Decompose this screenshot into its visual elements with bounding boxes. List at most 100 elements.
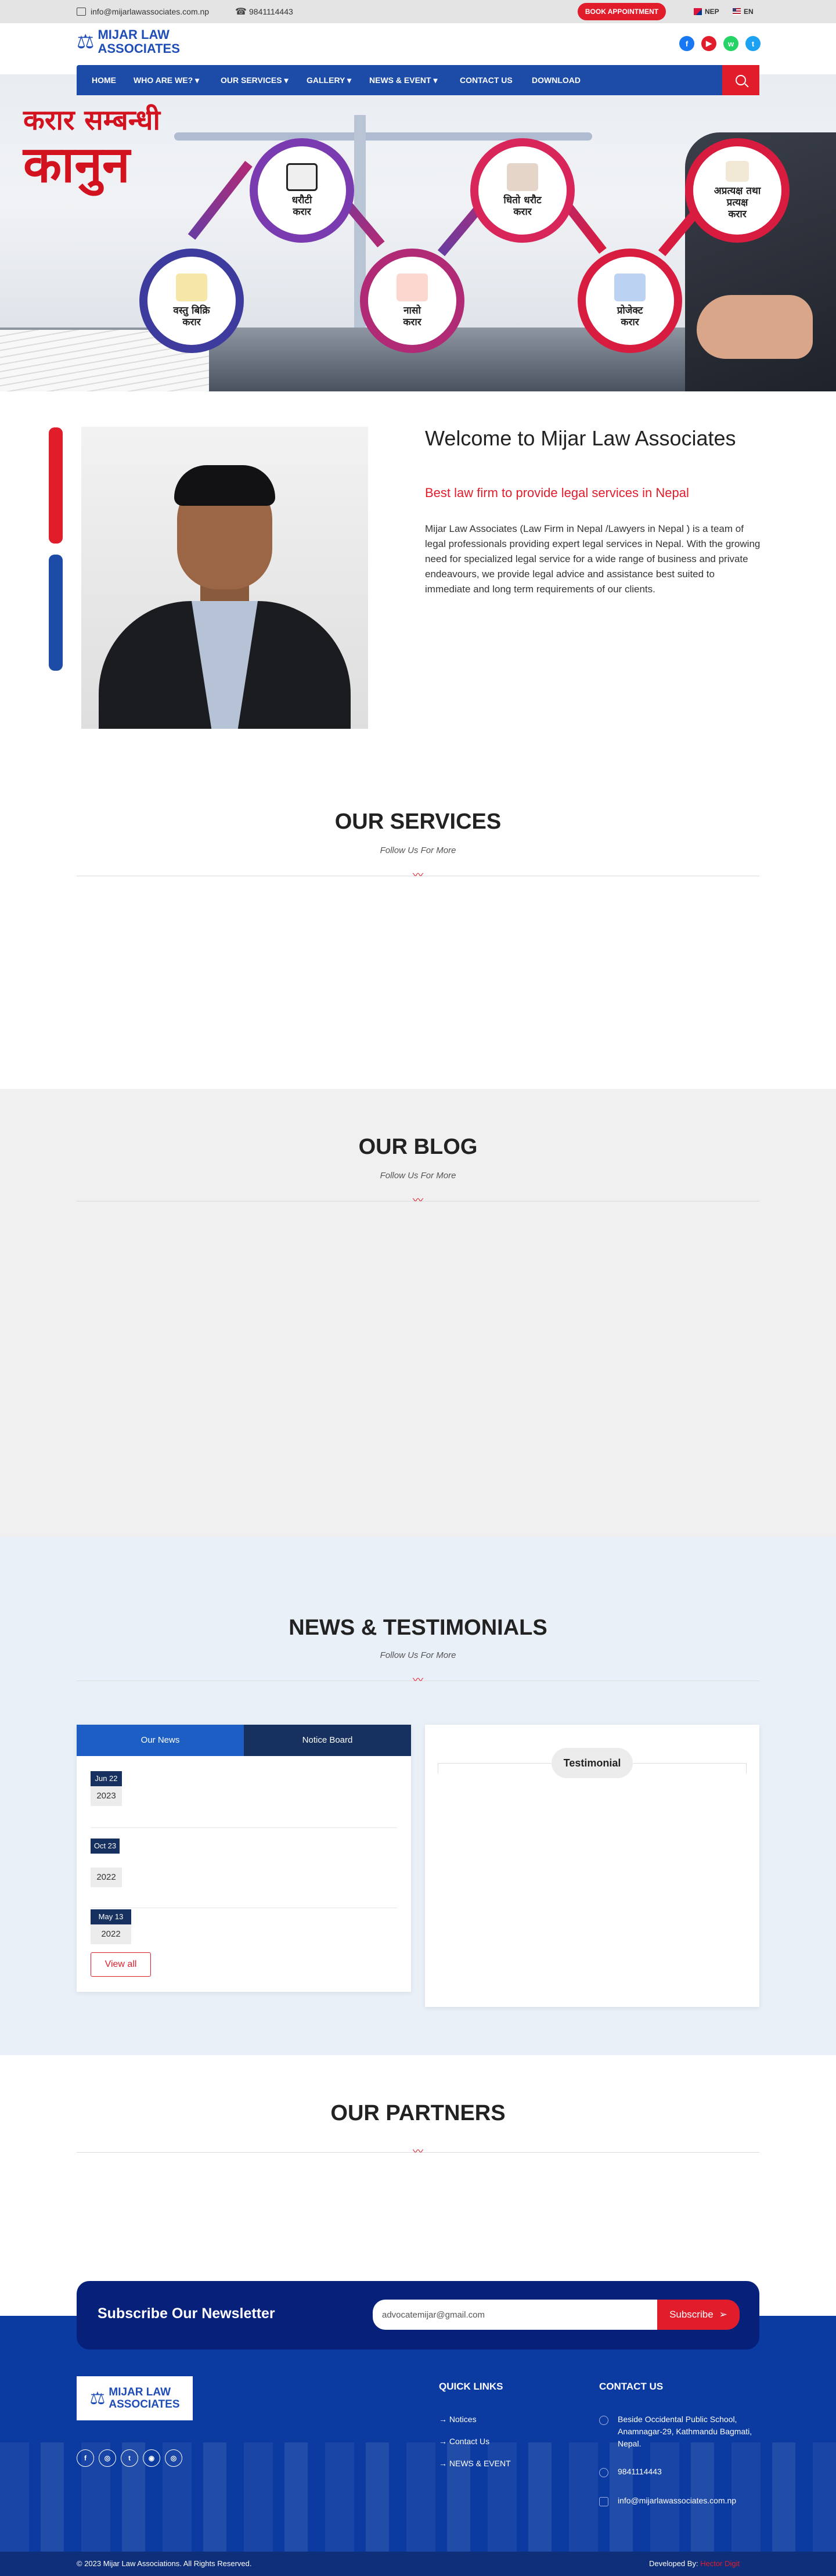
welcome-body: Mijar Law Associates (Law Firm in Nepal … — [425, 523, 761, 595]
developed-by-label: Developed By: — [649, 2559, 698, 2568]
footer-link-contact[interactable]: → Contact Us — [439, 2437, 489, 2446]
side-tab-blue[interactable] — [49, 555, 63, 671]
hero-bubble-dharauti[interactable]: धरौटी करार — [250, 138, 354, 243]
arrow-right-icon: → — [439, 2437, 449, 2446]
top-bar: info@mijarlawassociates.com.np 984111444… — [0, 0, 836, 23]
book-appointment-button[interactable]: BOOK APPOINTMENT — [578, 3, 666, 20]
nav-news-event[interactable]: NEWS & EVENT ▾ — [369, 65, 438, 95]
money-icon — [286, 163, 318, 191]
newsletter-title: Subscribe Our Newsletter — [98, 2305, 275, 2322]
scales-of-justice-icon: ⚖ — [89, 2388, 106, 2408]
news-subtitle: Follow Us For More — [380, 1650, 456, 1660]
blog-subtitle: Follow Us For More — [380, 1171, 456, 1181]
twitter-icon[interactable]: t — [745, 36, 761, 51]
footer-youtube-icon[interactable]: ◉ — [143, 2449, 160, 2467]
envelope-icon — [599, 2497, 608, 2506]
photo-hair — [174, 465, 275, 506]
footer-logo-line2: ASSOCIATES — [109, 2398, 180, 2410]
arrow-right-icon: → — [439, 2459, 449, 2468]
envelope-icon — [77, 8, 86, 16]
hero-connector — [188, 160, 253, 240]
divider-zigzag-icon: 〰 — [413, 1674, 423, 1686]
footer-whatsapp-icon[interactable]: ◎ — [165, 2449, 182, 2467]
side-tab-red[interactable] — [49, 427, 63, 544]
divider-zigzag-icon: 〰 — [413, 1195, 423, 1206]
building-icon — [614, 274, 646, 301]
footer-link-news[interactable]: → NEWS & EVENT — [439, 2459, 511, 2468]
location-icon — [599, 2416, 608, 2425]
nav-who-are-we-label: WHO ARE WE? — [134, 75, 193, 85]
search-icon — [736, 75, 746, 85]
lang-nep-button[interactable]: NEP — [694, 6, 719, 17]
footer-logo-line1: MIJAR LAW — [109, 2386, 171, 2398]
news-item[interactable]: Jun 22 2023 — [91, 1771, 397, 1828]
news-item[interactable]: Oct 23 2022 — [91, 1839, 397, 1908]
profile-photo — [81, 427, 368, 729]
welcome-title: Welcome to Mijar Law Associates — [425, 426, 736, 450]
hero-bubble-label: अप्रत्यक्ष तथा प्रत्यक्ष करार — [714, 185, 761, 220]
footer-phone[interactable]: 9841114443 — [618, 2466, 662, 2478]
developer-credit: Developed By: Hector Digit — [649, 2559, 740, 2568]
footer-email[interactable]: info@mijarlawassociates.com.np — [618, 2495, 736, 2507]
copyright-text: © 2023 Mijar Law Associations. All Right… — [77, 2559, 252, 2568]
hero-bubble-apratyaksh[interactable]: अप्रत्यक्ष तथा प्रत्यक्ष करार — [685, 138, 790, 243]
paper-plane-icon: ➢ — [719, 2309, 727, 2320]
nav-our-services-label: OUR SERVICES — [221, 75, 282, 85]
nav-who-are-we[interactable]: WHO ARE WE? ▾ — [134, 65, 199, 95]
scales-of-justice-icon: ⚖ — [77, 31, 95, 53]
logo-text: MIJAR LAW ASSOCIATES — [98, 28, 179, 56]
hero-hand — [697, 295, 813, 359]
developer-link[interactable]: Hector Digit — [700, 2559, 740, 2568]
news-date-year: 2023 — [91, 1786, 122, 1806]
hero-bubble-label: धितो धरौट करार — [503, 195, 542, 218]
site-logo[interactable]: ⚖ MIJAR LAW ASSOCIATES — [77, 28, 180, 56]
footer-twitter-icon[interactable]: t — [121, 2449, 138, 2467]
news-card: Our News Notice Board Jun 22 2023 Oct 23… — [77, 1725, 411, 1992]
testimonial-card: Testimonial — [425, 1725, 759, 2007]
nav-gallery[interactable]: GALLERY ▾ — [307, 65, 351, 95]
nav-download[interactable]: DOWNLOAD — [532, 65, 581, 95]
news-date-year: 2022 — [91, 1868, 122, 1887]
footer-link-notices[interactable]: → Notices — [439, 2415, 477, 2424]
news-date-month: May 13 — [91, 1909, 131, 1924]
subscribe-button[interactable]: Subscribe ➢ — [657, 2300, 740, 2330]
nav-contact-us[interactable]: CONTACT US — [460, 65, 513, 95]
services-title: OUR SERVICES — [334, 810, 502, 834]
view-all-button[interactable]: View all — [91, 1952, 151, 1977]
topbar-email-text: info@mijarlawassociates.com.np — [91, 7, 210, 16]
hero-bubble-vastu-bikri[interactable]: वस्तु बिक्रि करार — [139, 249, 244, 353]
news-date-month: Oct 23 — [91, 1839, 120, 1854]
direction-icon — [726, 161, 749, 182]
nav-home[interactable]: HOME — [92, 65, 116, 95]
hero-bubble-dhito-dharaut[interactable]: धितो धरौट करार — [470, 138, 575, 243]
newsletter-box: Subscribe Our Newsletter Subscribe ➢ — [77, 2281, 759, 2350]
facebook-icon[interactable]: f — [679, 36, 694, 51]
search-button[interactable] — [722, 65, 759, 95]
whatsapp-icon[interactable]: w — [723, 36, 738, 51]
tab-our-news[interactable]: Our News — [77, 1725, 244, 1756]
deposit-icon — [397, 274, 428, 301]
nav-news-event-label: NEWS & EVENT — [369, 75, 431, 85]
newsletter-email-input[interactable] — [373, 2300, 657, 2330]
tab-notice-board[interactable]: Notice Board — [244, 1725, 411, 1756]
topbar-email[interactable]: info@mijarlawassociates.com.np — [77, 7, 209, 16]
lang-en-button[interactable]: EN — [733, 6, 754, 17]
footer-instagram-icon[interactable]: ◎ — [99, 2449, 116, 2467]
hero-title: करार सम्बन्धी कानुन — [23, 103, 160, 193]
hero-title-line2: कानुन — [23, 136, 130, 194]
topbar-phone[interactable]: 9841114443 — [235, 6, 293, 17]
main-nav: HOME WHO ARE WE? ▾ OUR SERVICES ▾ GALLER… — [77, 65, 759, 95]
lang-en-label: EN — [744, 8, 754, 16]
nav-our-services[interactable]: OUR SERVICES ▾ — [221, 65, 288, 95]
footer-logo[interactable]: ⚖ MIJAR LAW ASSOCIATES — [77, 2376, 193, 2420]
hero-bubble-naso[interactable]: नासो करार — [360, 249, 464, 353]
hero-bubble-project[interactable]: प्रोजेक्ट करार — [578, 249, 682, 353]
quick-links-title: QUICK LINKS — [439, 2381, 503, 2392]
topbar-phone-text: 9841114443 — [249, 7, 293, 16]
news-item[interactable]: May 13 2022 — [91, 1909, 397, 1947]
news-date-year: 2022 — [91, 1924, 131, 1944]
footer-link-label: NEWS & EVENT — [449, 2459, 511, 2468]
hero-bubble-label: धरौटी करार — [291, 195, 312, 218]
footer-facebook-icon[interactable]: f — [77, 2449, 94, 2467]
youtube-icon[interactable]: ▶ — [701, 36, 716, 51]
